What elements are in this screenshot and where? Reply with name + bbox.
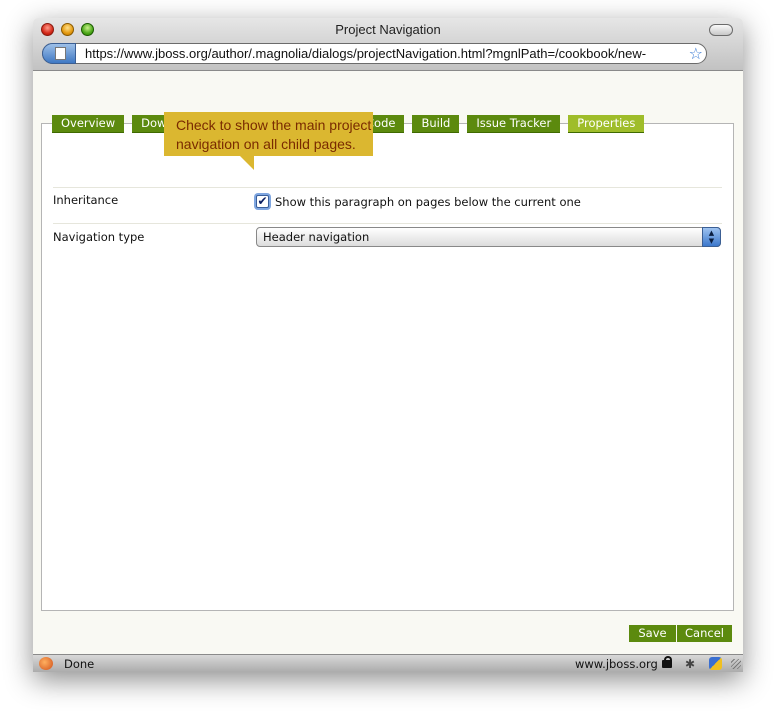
select-arrows-icon[interactable]: ▲ ▼ <box>702 227 721 247</box>
addon-icon[interactable] <box>709 657 722 670</box>
lock-shackle <box>664 656 672 663</box>
navigation-type-select[interactable]: Header navigation ▲ ▼ <box>256 227 721 247</box>
window-title: Project Navigation <box>335 22 441 37</box>
tooltip-line-2: navigation on all child pages. <box>176 136 356 152</box>
save-button[interactable]: Save <box>629 625 676 642</box>
tooltip-pointer <box>240 156 254 170</box>
bookmark-star-icon[interactable]: ☆ <box>689 44 703 63</box>
url-bar[interactable]: https://www.jboss.org/author/.magnolia/d… <box>42 43 707 64</box>
inheritance-checkbox[interactable]: ✔ <box>256 195 269 208</box>
cancel-button[interactable]: Cancel <box>677 625 732 642</box>
help-tooltip: Check to show the main project navigatio… <box>164 112 373 156</box>
status-bar: Done www.jboss.org ✱ <box>33 654 743 672</box>
firebug-icon[interactable]: ✱ <box>685 657 695 671</box>
status-text: Done <box>64 657 95 671</box>
inheritance-checkbox-label[interactable]: Show this paragraph on pages below the c… <box>275 195 715 209</box>
row-divider <box>53 223 722 224</box>
browser-window: Project Navigation https://www.jboss.org… <box>33 18 743 672</box>
checkmark-icon: ✔ <box>257 194 268 208</box>
firefox-icon <box>39 657 53 670</box>
tab-build[interactable]: Build <box>412 115 460 133</box>
tab-properties[interactable]: Properties <box>568 115 645 133</box>
url-text[interactable]: https://www.jboss.org/author/.magnolia/d… <box>85 46 685 61</box>
navigation-type-value: Header navigation <box>263 230 370 244</box>
tab-issue-tracker[interactable]: Issue Tracker <box>467 115 561 133</box>
site-identity-button[interactable] <box>42 43 76 64</box>
title-bar: Project Navigation https://www.jboss.org… <box>33 18 743 71</box>
row-divider <box>53 187 722 188</box>
tab-overview[interactable]: Overview <box>52 115 125 133</box>
dialog-content: Overview Downloads Community Source Code… <box>33 71 743 654</box>
page-icon <box>55 47 66 60</box>
resize-grip-icon[interactable] <box>731 659 741 669</box>
tooltip-line-1: Check to show the main project <box>176 117 372 133</box>
toolbar-toggle-button[interactable] <box>709 24 733 36</box>
status-domain[interactable]: www.jboss.org <box>575 657 658 671</box>
